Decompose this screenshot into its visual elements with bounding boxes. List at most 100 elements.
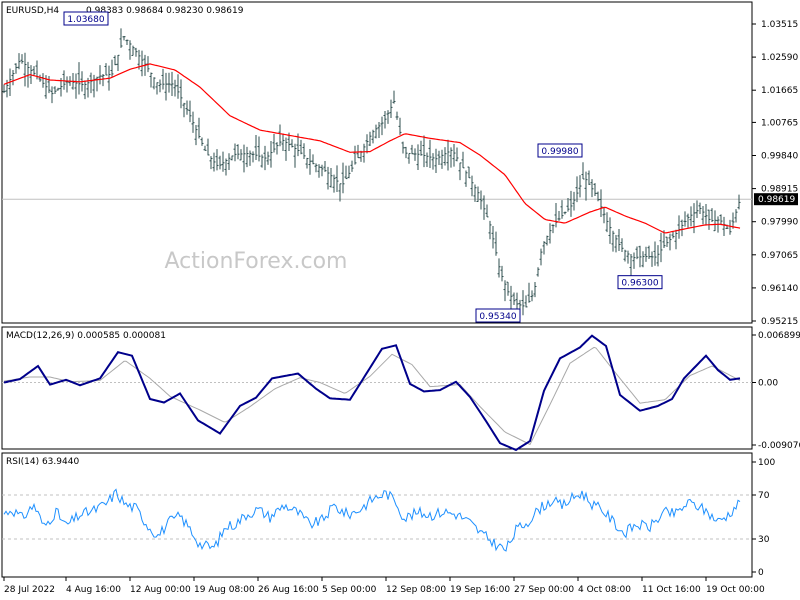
- price-bar: [113, 55, 117, 66]
- xtick-label: 19 Sep 16:00: [450, 585, 510, 595]
- rsi-title: RSI(14) 63.9440: [6, 457, 79, 467]
- price-bar: [239, 149, 243, 161]
- rsi-pane: [1, 452, 753, 578]
- xtick-label: 5 Sep 00:00: [322, 585, 377, 595]
- price-bar: [149, 72, 153, 88]
- price-bar: [389, 99, 393, 119]
- price-bar: [269, 141, 273, 168]
- price-bar: [602, 207, 606, 224]
- price-bar: [242, 144, 246, 173]
- eurusd-chart: ActionForex.com EURUSD,H4 0.98383 0.9868…: [1, 1, 800, 595]
- price-pane: [1, 1, 753, 324]
- macd-signal-line: [3, 346, 741, 446]
- ohlc-readout: 0.98383 0.98684 0.98230 0.98619: [86, 6, 244, 16]
- price-bar: [131, 45, 135, 56]
- price-bar: [230, 155, 234, 161]
- price-bar: [284, 137, 288, 161]
- price-bar: [452, 144, 456, 167]
- price-bar: [491, 226, 495, 249]
- price-bar: [689, 206, 693, 227]
- price-bar: [110, 59, 114, 77]
- macd-pane: [1, 326, 753, 450]
- price-bar: [128, 40, 132, 60]
- price-bar: [650, 251, 654, 267]
- price-ytick-label: 0.97990: [761, 218, 798, 228]
- price-bar: [278, 124, 282, 147]
- price-bar: [281, 133, 285, 152]
- price-bar: [293, 143, 297, 168]
- price-bar: [206, 138, 210, 156]
- price-bar: [560, 200, 564, 219]
- price-bar: [227, 153, 231, 170]
- rsi-ytick-label: 100: [758, 458, 775, 468]
- price-bar: [251, 151, 255, 163]
- price-bar: [92, 74, 96, 98]
- price-bar: [638, 245, 642, 268]
- price-bar: [425, 152, 429, 167]
- price-bar: [671, 231, 675, 239]
- price-bar: [20, 54, 24, 64]
- price-bar: [542, 241, 546, 255]
- price-bar: [119, 28, 123, 48]
- price-bar: [551, 224, 555, 234]
- price-bar: [290, 139, 294, 148]
- price-bar: [380, 116, 384, 136]
- price-bar: [17, 53, 21, 70]
- macd-ytick-label: -0.009076: [758, 441, 800, 451]
- price-bar: [623, 249, 627, 262]
- price-bar: [104, 63, 108, 76]
- price-bar: [197, 117, 201, 139]
- price-bar: [461, 151, 465, 169]
- macd-ytick-label: 0.006899: [758, 331, 800, 341]
- price-bar: [734, 209, 738, 223]
- price-bar: [707, 209, 711, 230]
- price-bar: [554, 203, 558, 228]
- price-bar: [467, 166, 471, 179]
- price-bar: [677, 215, 681, 239]
- current-price-marker: 0.98619: [754, 193, 798, 206]
- price-bar: [701, 205, 705, 225]
- price-bar: [362, 143, 366, 163]
- price-bar: [503, 280, 507, 302]
- price-bar: [245, 146, 249, 168]
- price-bar: [548, 223, 552, 244]
- price-bar: [587, 170, 591, 185]
- price-bar: [320, 164, 324, 177]
- price-bar: [524, 295, 528, 308]
- price-bar: [191, 111, 195, 133]
- price-bar: [47, 76, 51, 94]
- price-bar: [674, 229, 678, 250]
- xtick-label: 4 Oct 08:00: [578, 585, 631, 595]
- price-bar: [314, 163, 318, 173]
- price-bar: [212, 152, 216, 172]
- price-bar: [527, 282, 531, 303]
- rsi-ytick-label: 30: [758, 535, 770, 545]
- price-annotation: 1.03680: [63, 11, 109, 26]
- price-bar: [446, 139, 450, 171]
- price-bar: [422, 135, 426, 168]
- price-annotation: 0.95340: [475, 308, 521, 323]
- price-bar: [56, 87, 60, 91]
- symbol-label: EURUSD,H4: [6, 6, 59, 16]
- price-bar: [668, 233, 672, 251]
- price-bar: [365, 134, 369, 154]
- price-bar: [530, 290, 534, 302]
- price-bar: [122, 36, 126, 41]
- price-bar: [437, 150, 441, 165]
- price-bar: [347, 165, 351, 179]
- price-bar: [545, 235, 549, 246]
- price-bar: [386, 110, 390, 124]
- price-bar: [209, 156, 213, 170]
- rsi-layer: [2, 488, 752, 552]
- xtick-label: 19 Oct 00:00: [706, 585, 765, 595]
- price-bar: [392, 90, 396, 104]
- price-bar: [353, 145, 357, 165]
- price-ytick-label: 0.95215: [761, 317, 798, 327]
- xtick-label: 27 Sep 00:00: [514, 585, 574, 595]
- xtick-label: 26 Aug 16:00: [258, 585, 319, 595]
- price-bar: [713, 210, 717, 232]
- price-bar: [722, 216, 726, 236]
- price-bar: [407, 152, 411, 164]
- price-bar: [11, 69, 15, 86]
- price-bar: [428, 139, 432, 168]
